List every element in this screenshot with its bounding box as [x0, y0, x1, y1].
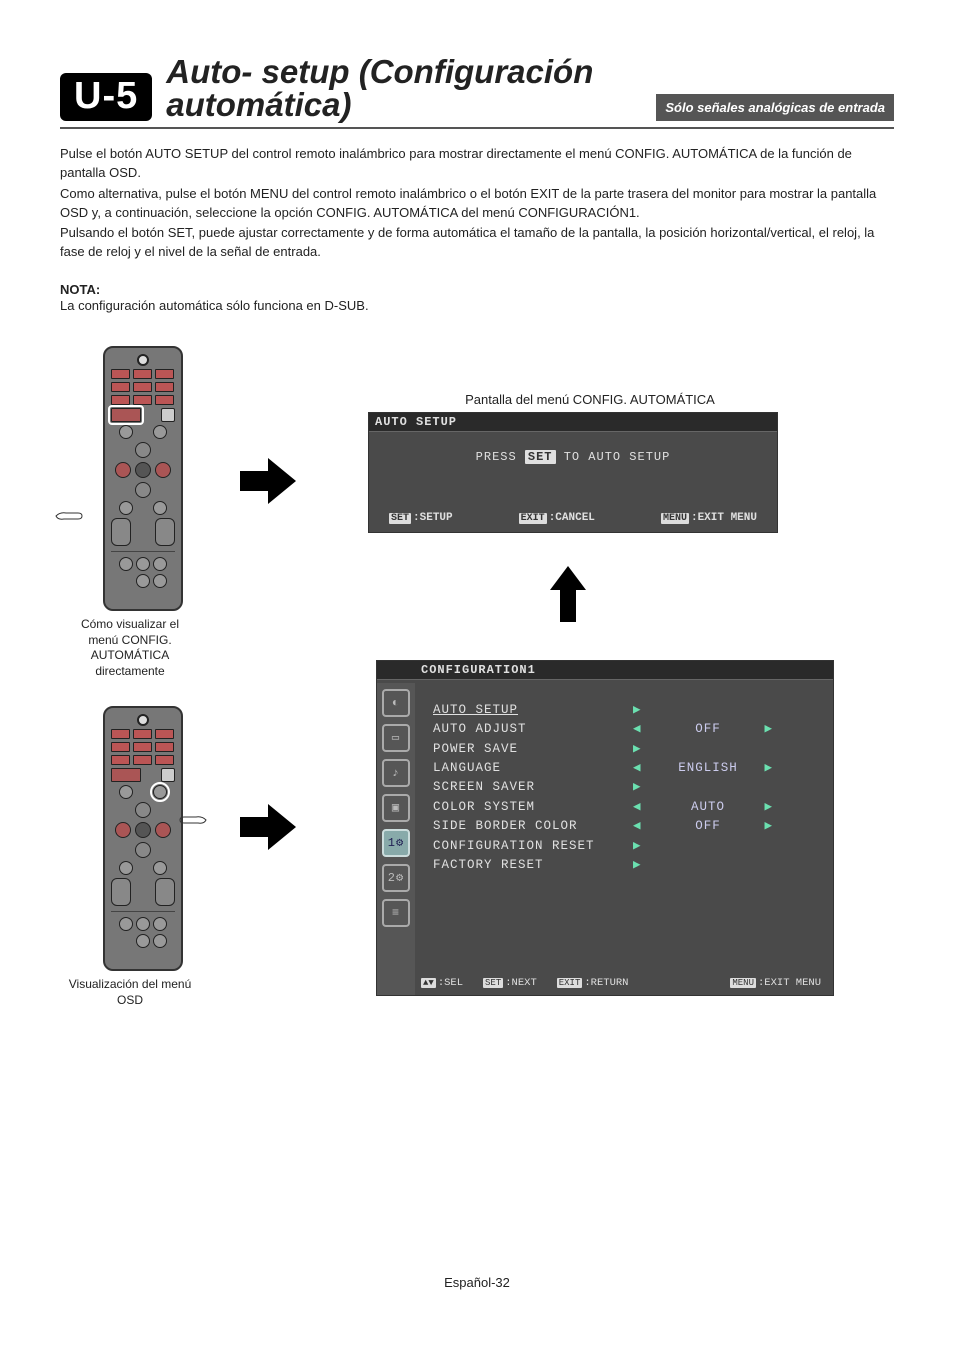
arrow-up-icon	[550, 566, 586, 627]
osd-auto-caption: Pantalla del menú CONFIG. AUTOMÁTICA	[420, 392, 760, 407]
menu-item: LANGUAGE◀ENGLISH▶	[433, 759, 815, 778]
osd-config-sidebar: ◐ ▭ ♪ ▣ 1⚙ 2⚙ ≡	[377, 683, 415, 995]
section-tag: U-5	[60, 73, 152, 121]
remote-2-caption: Visualización del menú OSD	[65, 977, 195, 1008]
osd-auto-footer: SET:SETUP EXIT:CANCEL MENU:EXIT MENU	[369, 512, 777, 532]
audio-icon: ♪	[382, 759, 410, 787]
arrow-right-icon	[240, 802, 296, 857]
paragraph-1: Pulse el botón AUTO SETUP del control re…	[60, 145, 894, 183]
menu-item: CONFIGURATION RESET▶	[433, 837, 815, 856]
menu-item: COLOR SYSTEM◀AUTO▶	[433, 798, 815, 817]
screen-icon: ▭	[382, 724, 410, 752]
menu-item: AUTO ADJUST◀OFF▶	[433, 720, 815, 739]
osd-config-menu: AUTO SETUP▶AUTO ADJUST◀OFF▶POWER SAVE▶LA…	[415, 683, 833, 995]
paragraph-2: Como alternativa, pulse el botón MENU de…	[60, 185, 894, 223]
menu-item: POWER SAVE▶	[433, 740, 815, 759]
remote-1-block: Cómo visualizar el menú CONFIG. AUTOMÁTI…	[90, 346, 195, 679]
page-number: Español-32	[0, 1275, 954, 1290]
menu-item: SCREEN SAVER▶	[433, 778, 815, 797]
hand-icon	[54, 504, 84, 528]
page-title: Auto- setup (Configuración automática)	[166, 55, 656, 121]
osd-config-footer: ▲▼:SEL SET:NEXT EXIT:RETURN MENU:EXIT ME…	[421, 977, 821, 989]
pip-icon: ▣	[382, 794, 410, 822]
paragraph-3: Pulsando el botón SET, puede ajustar cor…	[60, 224, 894, 262]
nota-text: La configuración automática sólo funcion…	[60, 297, 894, 316]
remote-control-illustration	[103, 346, 183, 611]
osd-config-titlebar: CONFIGURATION1	[377, 661, 833, 680]
advanced-icon: ≡	[382, 899, 410, 927]
remote-control-illustration	[103, 706, 183, 971]
osd-auto-setup-panel: AUTO SETUP PRESS SET TO AUTO SETUP SET:S…	[368, 412, 778, 533]
osd-auto-titlebar: AUTO SETUP	[369, 413, 777, 432]
remote-1-caption: Cómo visualizar el menú CONFIG. AUTOMÁTI…	[65, 617, 195, 679]
config2-icon: 2⚙	[382, 864, 410, 892]
hand-icon	[178, 808, 208, 832]
config1-icon: 1⚙	[382, 829, 410, 857]
menu-item: FACTORY RESET▶	[433, 856, 815, 875]
figure-area: Cómo visualizar el menú CONFIG. AUTOMÁTI…	[60, 346, 894, 1046]
menu-item: AUTO SETUP▶	[433, 701, 815, 720]
osd-configuration1-panel: CONFIGURATION1 ◐ ▭ ♪ ▣ 1⚙ 2⚙ ≡ AUTO SETU…	[376, 660, 834, 996]
osd-auto-message: PRESS SET TO AUTO SETUP	[389, 450, 757, 464]
menu-item: SIDE BORDER COLOR◀OFF▶	[433, 817, 815, 836]
arrow-right-icon	[240, 456, 296, 511]
nota-label: NOTA:	[60, 282, 894, 297]
divider	[60, 127, 894, 129]
brightness-icon: ◐	[382, 689, 410, 717]
subtitle-badge: Sólo señales analógicas de entrada	[656, 94, 894, 121]
remote-2-block: Visualización del menú OSD	[90, 706, 195, 1008]
header-row: U-5 Auto- setup (Configuración automátic…	[60, 55, 894, 121]
